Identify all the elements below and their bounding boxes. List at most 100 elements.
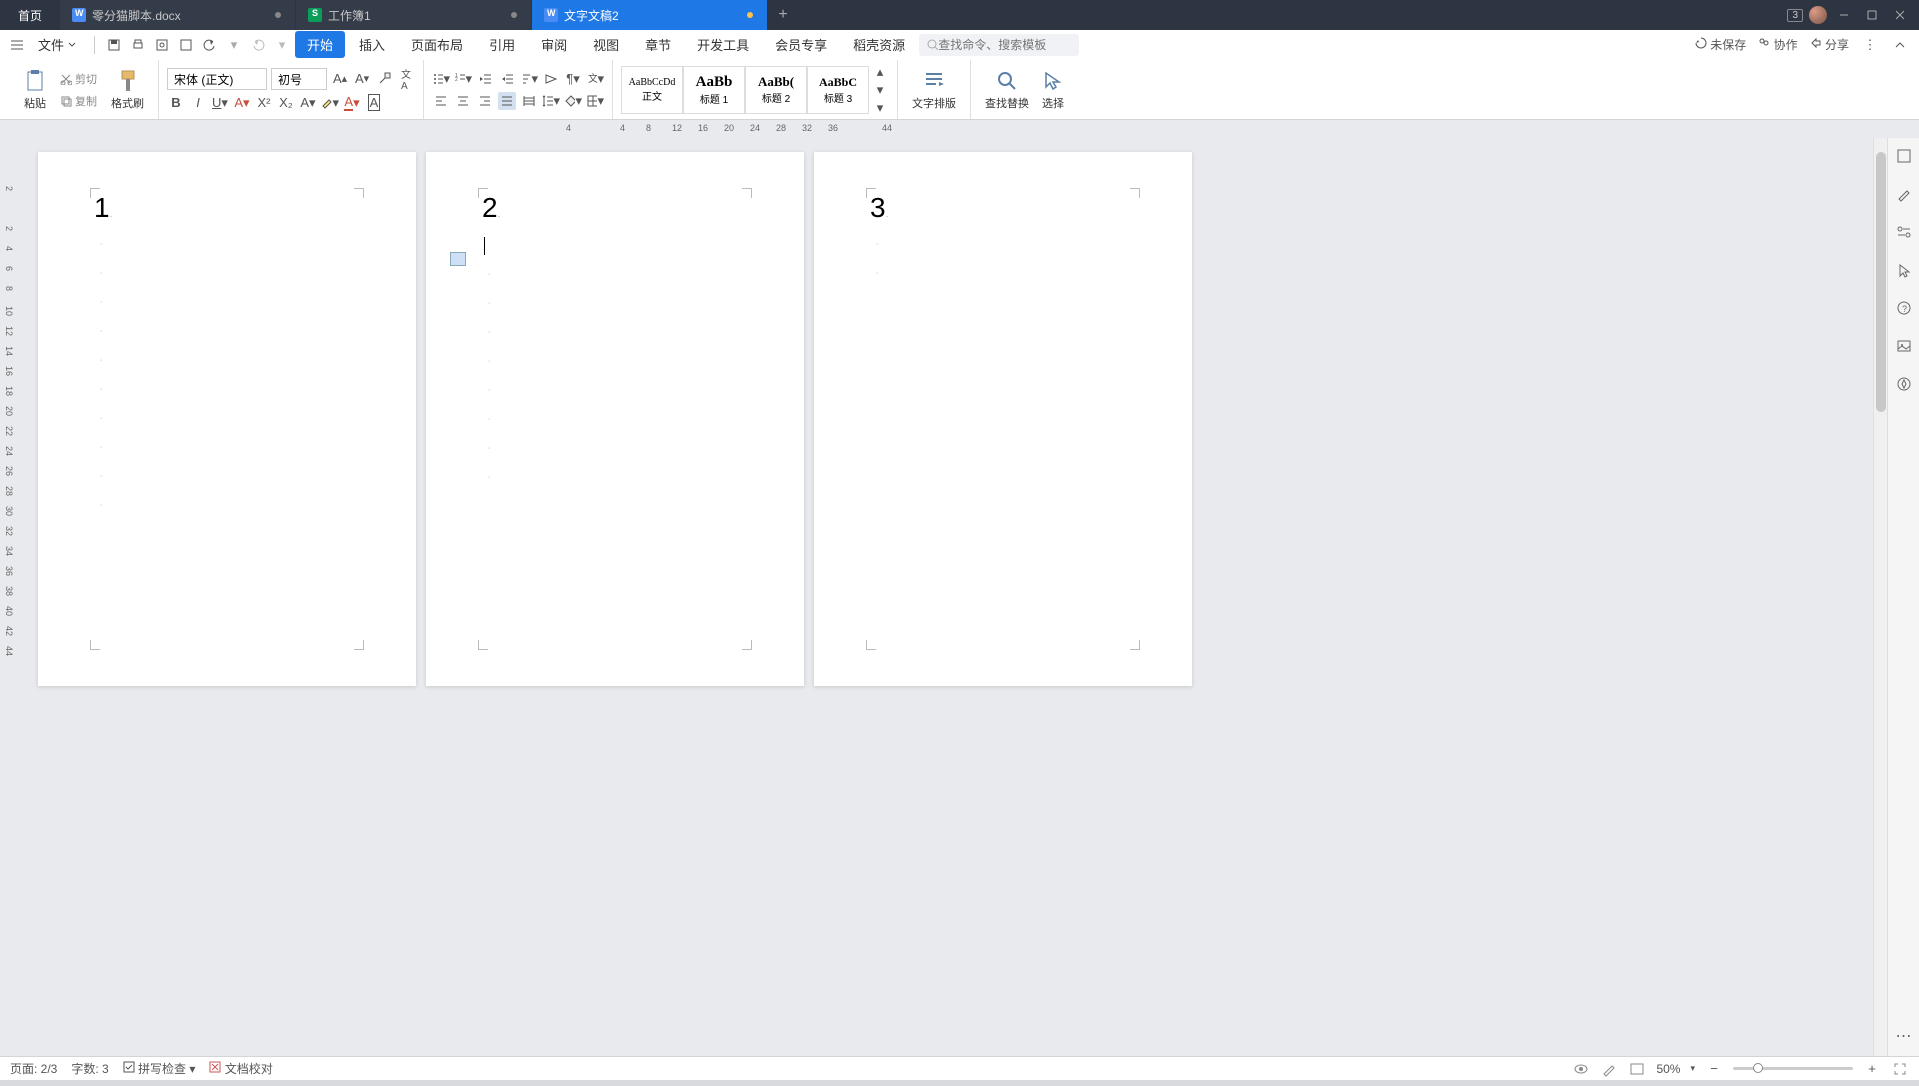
undo-dropdown[interactable]: ▾ — [225, 36, 243, 54]
tab-home[interactable]: 首页 — [0, 0, 60, 30]
pages-wrap[interactable]: 1. ˙ ˙ ˙ ˙ ˙ ˙ ˙ ˙ ˙ ˙ 2. ˙ — [18, 138, 1873, 1056]
ruler-vertical[interactable]: 2 2 4 6 8 10 12 14 16 18 20 22 24 26 28 … — [0, 138, 18, 1056]
align-right-icon[interactable] — [476, 92, 494, 110]
char-border-icon[interactable]: A — [365, 94, 383, 112]
menu-ref[interactable]: 引用 — [477, 31, 527, 58]
undo-icon[interactable] — [201, 36, 219, 54]
print-icon[interactable] — [129, 36, 147, 54]
help-icon[interactable]: ? — [1894, 298, 1914, 318]
print-preview-icon[interactable] — [153, 36, 171, 54]
menu-section[interactable]: 章节 — [633, 31, 683, 58]
search-box[interactable] — [919, 34, 1079, 56]
maximize-button[interactable] — [1861, 4, 1883, 26]
superscript-icon[interactable]: X² — [255, 94, 273, 112]
style-h3[interactable]: AaBbC标题 3 — [807, 66, 869, 114]
style-h1[interactable]: AaBb标题 1 — [683, 66, 745, 114]
tab-doc-2[interactable]: 文字文稿2 — [532, 0, 768, 30]
format-painter-button[interactable]: 格式刷 — [105, 65, 150, 115]
pen-icon[interactable] — [1600, 1060, 1618, 1078]
paste-button[interactable]: 粘贴 — [18, 65, 52, 115]
spell-check[interactable]: 拼写检查 ▾ — [123, 1060, 196, 1077]
properties-icon[interactable] — [1894, 146, 1914, 166]
page-3[interactable]: 3. ˙ ˙ — [814, 152, 1192, 686]
cut-button[interactable]: 剪切 — [56, 69, 101, 89]
preview-icon[interactable] — [177, 36, 195, 54]
bold-icon[interactable]: B — [167, 94, 185, 112]
share-button[interactable]: 分享 — [1810, 36, 1849, 53]
notification-badge[interactable]: 3 — [1787, 9, 1803, 22]
vertical-scrollbar[interactable] — [1873, 138, 1887, 1056]
text-layout-button[interactable]: 文字排版 — [906, 65, 962, 115]
find-replace-button[interactable]: 查找替换 — [979, 65, 1035, 115]
subscript-icon[interactable]: X₂ — [277, 94, 295, 112]
compass-icon[interactable] — [1894, 374, 1914, 394]
menu-vip[interactable]: 会员专享 — [763, 31, 839, 58]
clear-format-icon[interactable] — [375, 70, 393, 88]
collapse-ribbon-icon[interactable] — [1891, 36, 1909, 54]
cursor-icon[interactable] — [1894, 260, 1914, 280]
show-marks-icon[interactable]: ¶▾ — [564, 70, 582, 88]
search-input[interactable] — [938, 38, 1071, 52]
style-h2[interactable]: AaBb(标题 2 — [745, 66, 807, 114]
copy-button[interactable]: 复制 — [56, 91, 101, 111]
indent-decrease-icon[interactable] — [476, 70, 494, 88]
sort-icon[interactable]: ▾ — [520, 70, 538, 88]
zoom-dropdown-icon[interactable]: ▾ — [1690, 1063, 1695, 1074]
zoom-handle[interactable] — [1753, 1063, 1763, 1073]
menu-start[interactable]: 开始 — [295, 31, 345, 58]
word-count[interactable]: 字数: 3 — [71, 1060, 108, 1077]
style-up-icon[interactable]: ▴ — [871, 63, 889, 81]
proofing[interactable]: 文档校对 — [209, 1060, 272, 1077]
menu-dev[interactable]: 开发工具 — [685, 31, 761, 58]
text-effect-icon[interactable]: A▾ — [299, 94, 317, 112]
zoom-level[interactable]: 50% — [1656, 1062, 1680, 1076]
style-down-icon[interactable]: ▾ — [871, 81, 889, 99]
page-indicator[interactable]: 页面: 2/3 — [10, 1060, 57, 1077]
font-name-select[interactable]: 宋体 (正文) — [167, 68, 267, 90]
menu-review[interactable]: 审阅 — [529, 31, 579, 58]
menu-docer[interactable]: 稻壳资源 — [841, 31, 917, 58]
shading-icon[interactable]: ▾ — [564, 92, 582, 110]
grow-font-icon[interactable]: A▴ — [331, 70, 349, 88]
borders-icon[interactable]: ▾ — [586, 92, 604, 110]
pencil-icon[interactable] — [1894, 184, 1914, 204]
indent-increase-icon[interactable] — [498, 70, 516, 88]
style-body[interactable]: AaBbCcDd正文 — [621, 66, 683, 114]
tab-stops-icon[interactable] — [542, 70, 560, 88]
redo-icon[interactable] — [249, 36, 267, 54]
phonetic-icon[interactable]: 文A — [397, 70, 415, 88]
style-scroll[interactable]: ▴ ▾ ▾ — [871, 63, 889, 117]
page-1[interactable]: 1. ˙ ˙ ˙ ˙ ˙ ˙ ˙ ˙ ˙ ˙ — [38, 152, 416, 686]
avatar[interactable] — [1809, 6, 1827, 24]
eye-icon[interactable] — [1572, 1060, 1590, 1078]
font-size-select[interactable]: 初号 — [271, 68, 327, 90]
scrollbar-thumb[interactable] — [1876, 152, 1886, 412]
redo-dropdown[interactable]: ▾ — [273, 36, 291, 54]
highlight-icon[interactable]: ▾ — [321, 94, 339, 112]
fullscreen-icon[interactable] — [1891, 1060, 1909, 1078]
settings-icon[interactable] — [1894, 222, 1914, 242]
hamburger-icon[interactable] — [10, 38, 24, 52]
menu-view[interactable]: 视图 — [581, 31, 631, 58]
more-dots-icon[interactable]: ⋯ — [1894, 1026, 1914, 1046]
font-color-icon[interactable]: A▾ — [343, 94, 361, 112]
tab-doc-0[interactable]: 零分猫脚本.docx — [60, 0, 296, 30]
save-icon[interactable] — [105, 36, 123, 54]
minimize-button[interactable] — [1833, 4, 1855, 26]
italic-icon[interactable]: I — [189, 94, 207, 112]
align-center-icon[interactable] — [454, 92, 472, 110]
strikethrough-icon[interactable]: A▾ — [233, 94, 251, 112]
zoom-slider[interactable] — [1733, 1067, 1853, 1070]
collab-button[interactable]: 协作 — [1758, 36, 1797, 53]
close-button[interactable] — [1889, 4, 1911, 26]
underline-icon[interactable]: U▾ — [211, 94, 229, 112]
tab-doc-1[interactable]: 工作簿1 — [296, 0, 532, 30]
align-justify-icon[interactable] — [498, 92, 516, 110]
align-left-icon[interactable] — [432, 92, 450, 110]
zoom-in-button[interactable]: + — [1863, 1060, 1881, 1078]
bullet-list-icon[interactable]: ▾ — [432, 70, 450, 88]
text-direction-icon[interactable]: 文▾ — [586, 70, 604, 88]
menu-insert[interactable]: 插入 — [347, 31, 397, 58]
paste-options-icon[interactable] — [450, 252, 466, 266]
zoom-out-button[interactable]: − — [1705, 1060, 1723, 1078]
